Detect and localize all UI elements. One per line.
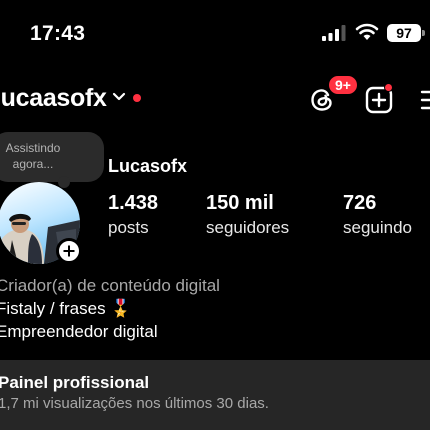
cellular-signal-icon	[322, 25, 346, 41]
profile-username[interactable]: lucaasofx	[0, 84, 107, 113]
bio-category: Criador(a) de conteúdo digital	[0, 276, 220, 295]
menu-icon[interactable]	[420, 88, 430, 112]
create-notification-dot	[384, 83, 393, 92]
notification-dot	[133, 94, 141, 102]
wifi-icon	[355, 23, 379, 40]
battery-nub	[422, 30, 425, 36]
status-time: 17:43	[30, 22, 86, 45]
professional-dashboard-subtitle: 1,7 mi visualizações nos últimos 30 dias…	[0, 395, 269, 412]
threads-notification-badge: 9+	[327, 74, 359, 96]
posts-label[interactable]: posts	[108, 218, 149, 238]
following-count[interactable]: 726	[343, 192, 376, 215]
following-label[interactable]: seguindo	[343, 218, 412, 238]
add-story-button[interactable]	[56, 238, 82, 264]
professional-dashboard-title[interactable]: Painel profissional	[0, 373, 149, 393]
posts-count[interactable]: 1.438	[108, 192, 158, 215]
note-text: Assistindo agora...	[5, 141, 61, 171]
battery-indicator: 97	[387, 24, 421, 42]
bio-line: Fistaly / frases 🎖️	[0, 299, 132, 318]
note-bubble-tail	[58, 176, 70, 188]
followers-label[interactable]: seguidores	[206, 218, 289, 238]
followers-count[interactable]: 150 mil	[206, 192, 274, 215]
display-name: Lucasofx	[108, 156, 188, 176]
bio-line: Empreendedor digital	[0, 322, 158, 341]
chevron-down-icon[interactable]	[112, 92, 126, 102]
